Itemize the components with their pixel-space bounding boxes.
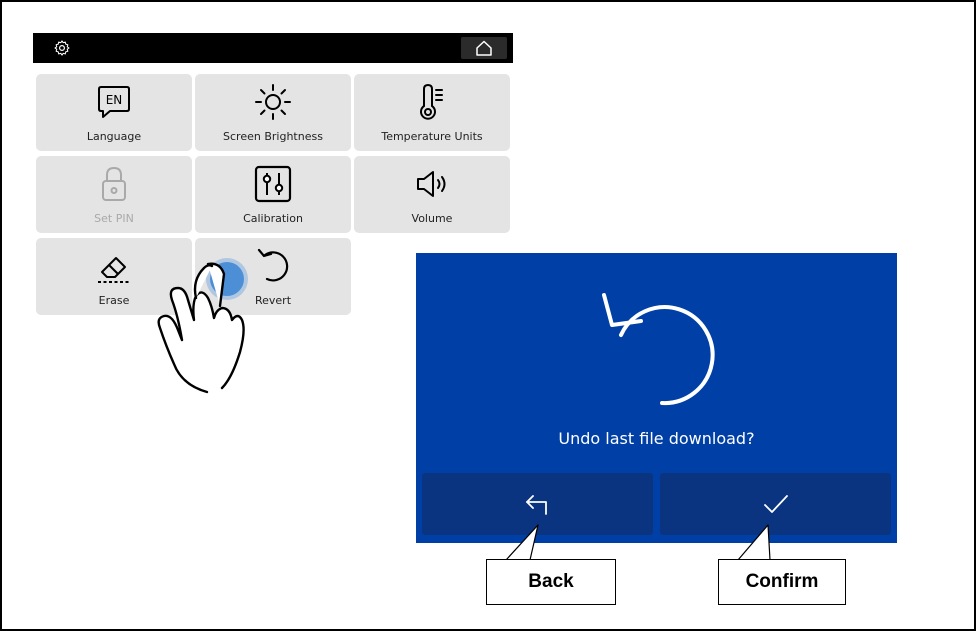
- confirm-callout-pointer: [737, 524, 771, 561]
- callout-leaders: [505, 524, 771, 561]
- back-callout: Back: [486, 559, 616, 605]
- confirm-callout: Confirm: [718, 559, 846, 605]
- back-callout-pointer: [505, 524, 539, 561]
